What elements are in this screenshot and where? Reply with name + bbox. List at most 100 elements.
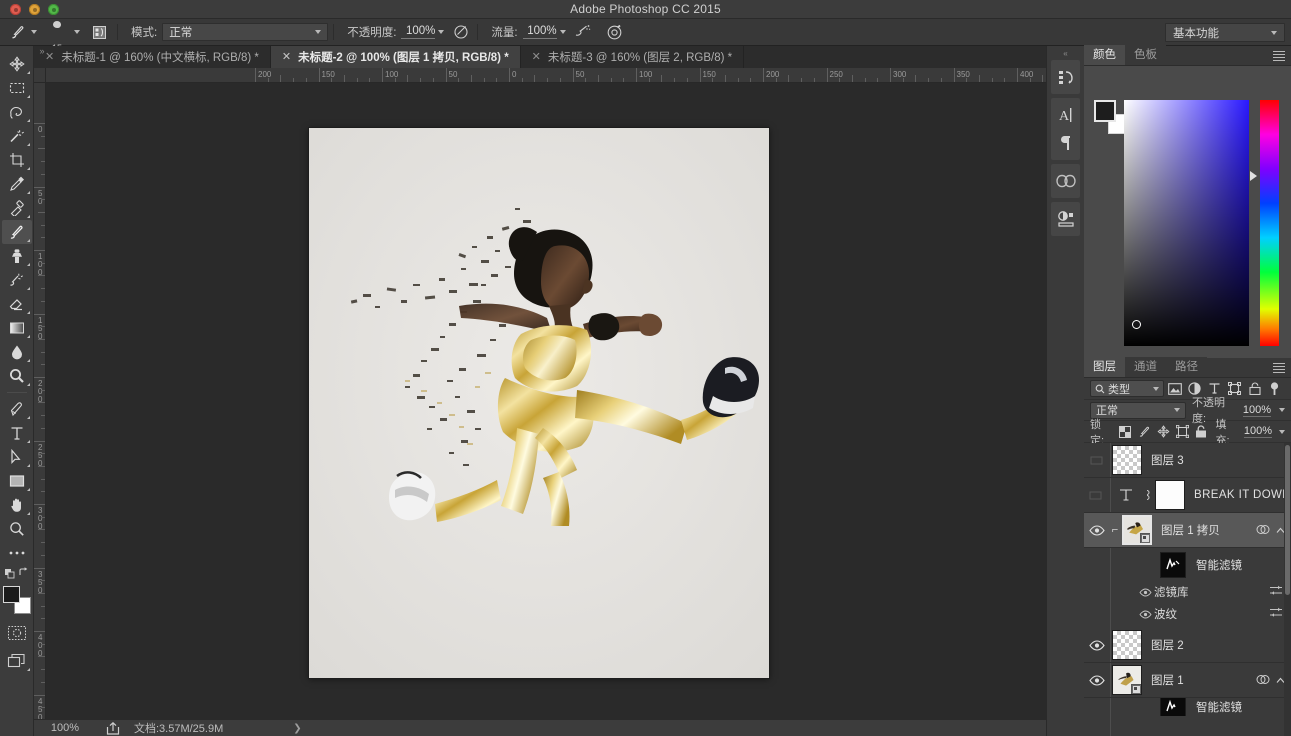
layer-filter-kind-select[interactable]: 类型: [1090, 380, 1164, 397]
layer-name[interactable]: 图层 1: [1151, 672, 1184, 688]
layer-list[interactable]: 图层 3 BREAK IT DOWN: [1084, 443, 1291, 736]
rectangular-marquee-tool[interactable]: [2, 76, 32, 100]
smart-filters-row[interactable]: 智能滤镜: [1084, 548, 1291, 581]
flow-value[interactable]: 100%: [523, 25, 557, 39]
layer-thumbnail[interactable]: [1112, 665, 1142, 695]
quick-mask-icon[interactable]: [2, 621, 32, 645]
layer-mask-thumbnail[interactable]: [1155, 480, 1185, 510]
airbrush-icon[interactable]: [572, 21, 594, 43]
zoom-level[interactable]: 100%: [34, 722, 96, 734]
scrollbar-thumb[interactable]: [1285, 445, 1290, 595]
foreground-color-swatch[interactable]: [3, 586, 20, 603]
hue-strip[interactable]: [1260, 100, 1279, 346]
layer-list-scrollbar[interactable]: [1284, 443, 1291, 736]
smart-filter-mask-thumbnail[interactable]: [1160, 698, 1186, 716]
creative-cloud-libraries-icon[interactable]: [1051, 167, 1081, 195]
lock-position-icon[interactable]: [1156, 424, 1170, 439]
ruler-corner[interactable]: [34, 68, 46, 83]
eyedropper-tool[interactable]: [2, 172, 32, 196]
document-tab-3[interactable]: ✕ 未标题-3 @ 160% (图层 2, RGB/8) *: [521, 46, 744, 68]
eraser-tool[interactable]: [2, 292, 32, 316]
dodge-tool[interactable]: [2, 364, 32, 388]
lock-all-icon[interactable]: [1194, 424, 1208, 439]
filter-blending-options-icon[interactable]: [1269, 607, 1283, 621]
close-button[interactable]: [10, 4, 21, 15]
close-icon[interactable]: ✕: [532, 52, 541, 63]
smart-object-filter-icon[interactable]: [1245, 379, 1264, 399]
type-tool[interactable]: [2, 421, 32, 445]
opacity-chevron-icon[interactable]: [438, 30, 444, 34]
pressure-size-icon[interactable]: [604, 21, 626, 43]
smart-filter-indicator-icon[interactable]: [1256, 524, 1270, 538]
pen-tool[interactable]: [2, 397, 32, 421]
table-row[interactable]: 图层 1: [1084, 663, 1291, 698]
filter-visibility-toggle[interactable]: [1136, 588, 1154, 597]
layer-opacity-value[interactable]: 100%: [1243, 404, 1271, 417]
brush-tool[interactable]: [2, 220, 32, 244]
hand-tool[interactable]: [2, 493, 32, 517]
smart-filter-item[interactable]: 滤镜库: [1084, 581, 1291, 603]
fill-chevron-icon[interactable]: [1279, 430, 1285, 434]
document-canvas[interactable]: [309, 128, 769, 678]
brush-size-picker[interactable]: 15: [43, 19, 71, 46]
lock-image-pixels-icon[interactable]: [1137, 424, 1151, 439]
lock-transparent-pixels-icon[interactable]: [1118, 424, 1132, 439]
horizontal-ruler[interactable]: 2001501005005010015020025030035040045050…: [46, 68, 1046, 83]
filter-toggle-icon[interactable]: [1265, 379, 1284, 399]
smart-filter-item[interactable]: 波纹: [1084, 603, 1291, 625]
tab-color[interactable]: 颜色: [1084, 45, 1125, 65]
expand-arrow-icon[interactable]: ❯: [293, 723, 301, 734]
vertical-ruler[interactable]: 050100150200250300350400450: [34, 83, 46, 719]
canvas-area[interactable]: [46, 83, 1046, 719]
layer-mask-link-icon[interactable]: [1141, 489, 1153, 501]
collapse-tabs-icon[interactable]: »: [34, 44, 50, 58]
filter-visibility-toggle[interactable]: [1136, 610, 1154, 619]
layer-name[interactable]: BREAK IT DOWN: [1194, 489, 1291, 501]
history-brush-tool[interactable]: [2, 268, 32, 292]
zoom-tool[interactable]: [2, 517, 32, 541]
layer-visibility-toggle[interactable]: [1084, 513, 1110, 548]
smart-filter-indicator-icon[interactable]: [1256, 674, 1270, 688]
opacity-chevron-icon[interactable]: [1279, 408, 1285, 412]
smart-filter-name[interactable]: 滤镜库: [1154, 584, 1189, 600]
foreground-color-swatch[interactable]: [1094, 100, 1116, 122]
flow-chevron-icon[interactable]: [560, 30, 566, 34]
adjustments-panel-icon[interactable]: [1051, 205, 1081, 233]
layer-visibility-toggle[interactable]: [1084, 663, 1110, 698]
table-row[interactable]: BREAK IT DOWN: [1084, 478, 1291, 513]
screen-mode-icon[interactable]: [2, 649, 32, 673]
gradient-tool[interactable]: [2, 316, 32, 340]
tab-channels[interactable]: 通道: [1125, 357, 1166, 377]
rectangle-tool[interactable]: [2, 469, 32, 493]
brush-picker-caret-icon[interactable]: [74, 30, 80, 34]
spot-healing-brush-tool[interactable]: [2, 196, 32, 220]
current-tool-preset[interactable]: [6, 19, 43, 46]
layer-thumbnail[interactable]: [1122, 515, 1152, 545]
text-layer-thumbnail[interactable]: [1112, 487, 1142, 503]
layer-visibility-toggle[interactable]: [1084, 628, 1110, 663]
tab-layers[interactable]: 图层: [1084, 357, 1125, 377]
move-tool[interactable]: [2, 52, 32, 76]
crop-tool[interactable]: [2, 148, 32, 172]
document-info[interactable]: 文档:3.57M/25.9M: [134, 720, 223, 736]
lasso-tool[interactable]: [2, 100, 32, 124]
edit-toolbar-button[interactable]: [2, 541, 32, 565]
foreground-background-colors[interactable]: [2, 585, 32, 615]
workspace-switcher[interactable]: 基本功能: [1165, 23, 1285, 42]
opacity-value[interactable]: 100%: [401, 25, 435, 39]
blend-mode-select[interactable]: 正常: [162, 23, 328, 41]
maximize-button[interactable]: [48, 4, 59, 15]
pixel-filter-icon[interactable]: [1165, 379, 1184, 399]
path-selection-tool[interactable]: [2, 445, 32, 469]
filter-blending-options-icon[interactable]: [1269, 585, 1283, 599]
layer-name[interactable]: 图层 1 拷贝: [1161, 522, 1220, 538]
document-tab-2[interactable]: ✕ 未标题-2 @ 100% (图层 1 拷贝, RGB/8) *: [271, 46, 521, 68]
layer-visibility-toggle[interactable]: [1084, 478, 1110, 513]
layer-thumbnail[interactable]: [1112, 630, 1142, 660]
tab-swatches[interactable]: 色板: [1125, 45, 1166, 65]
layer-name[interactable]: 图层 2: [1151, 637, 1184, 653]
clone-stamp-tool[interactable]: [2, 244, 32, 268]
panel-menu-icon[interactable]: [1273, 51, 1285, 61]
table-row[interactable]: ⌐ 图层 1 拷贝: [1084, 513, 1291, 548]
smart-filters-row[interactable]: 智能滤镜: [1084, 698, 1291, 716]
